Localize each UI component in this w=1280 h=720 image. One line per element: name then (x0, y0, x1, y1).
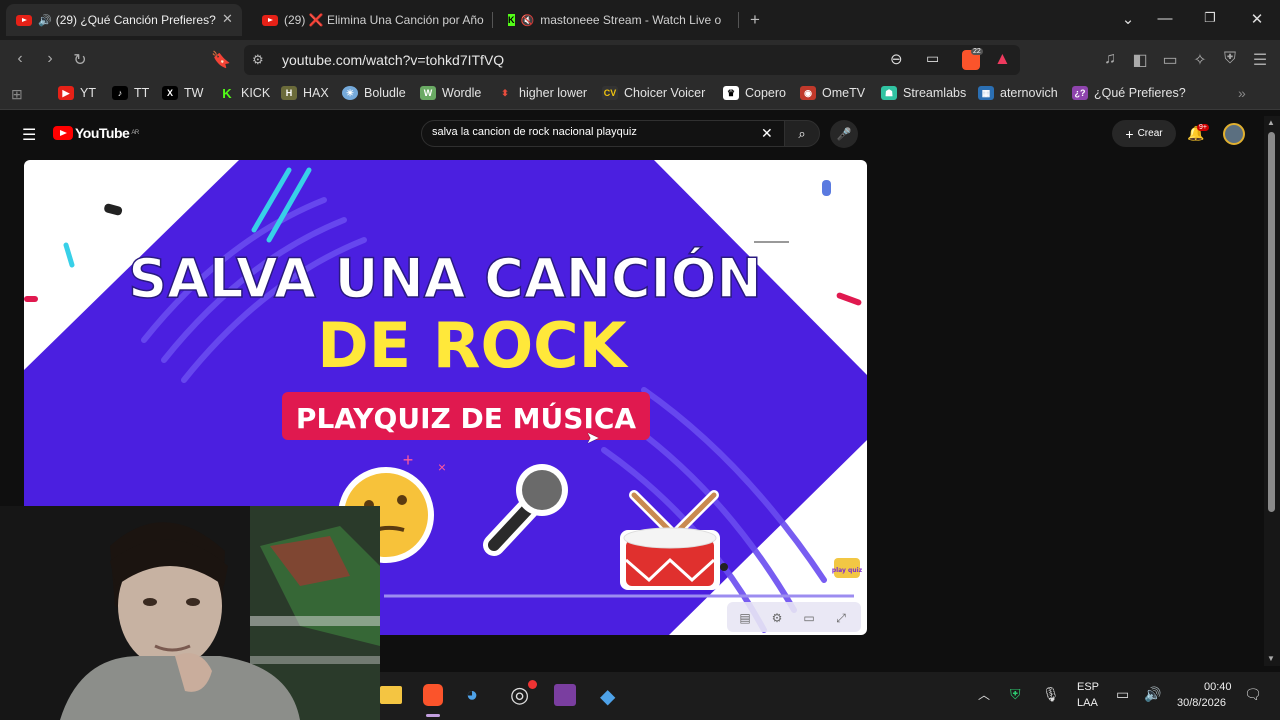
cast-icon[interactable]: ▭ (926, 50, 939, 67)
fullscreen-icon[interactable]: ⤢ (835, 611, 846, 625)
clock-time[interactable]: 00:40 (1204, 681, 1232, 693)
tab-elimina-cancion[interactable]: (29) ❌ Elimina Una Canción por Año (252, 4, 484, 36)
apps-grid-icon[interactable]: ⊞ (11, 86, 23, 103)
video-title-line2: DE ROCK (317, 309, 628, 382)
youtube-logo-icon (53, 126, 73, 140)
youtube-favicon-icon (16, 14, 32, 26)
sidebar-icon[interactable]: ◧ (1130, 50, 1150, 70)
bookmark-streamlabs[interactable]: ☗ Streamlabs (881, 86, 966, 100)
obs-icon[interactable]: ◎ (510, 682, 529, 708)
search-button[interactable]: ⌕ (784, 120, 820, 147)
clock-date[interactable]: 30/8/2026 (1177, 697, 1226, 709)
language-indicator[interactable]: ESP (1077, 681, 1099, 693)
url-text[interactable]: youtube.com/watch?v=tohkd7ITfVQ (282, 52, 504, 68)
recording-indicator (528, 680, 537, 689)
tab-search-chevron-icon[interactable]: ⌄ (1118, 10, 1138, 28)
minimize-icon[interactable]: — (1155, 10, 1175, 27)
forward-icon[interactable]: › (40, 50, 60, 68)
bookmark-copero[interactable]: ♛ Copero (723, 86, 786, 100)
clear-search-icon[interactable]: ✕ (761, 125, 773, 142)
media-icon[interactable]: ♫ (1100, 50, 1120, 68)
windows-taskbar: ◕ ◎ ◆ ︿ ⛨ 🎙 ESP LAA ▭ 🔊 00:40 30/8/2026 … (380, 672, 1280, 720)
plus-icon: + (1125, 125, 1134, 142)
speaker-icon: 🔊 (38, 14, 52, 27)
search-query[interactable]: salva la cancion de rock nacional playqu… (432, 126, 637, 138)
close-window-icon[interactable]: ✕ (1247, 10, 1267, 28)
site-info-icon[interactable]: ⚙ (252, 52, 264, 68)
theater-mode-icon[interactable]: ▭ (803, 611, 814, 625)
bookmark-boludle[interactable]: ☀ Boludle (342, 86, 406, 100)
zoom-icon[interactable]: ⊖ (890, 50, 903, 68)
streamlabs-taskbar-icon[interactable]: ◆ (600, 684, 615, 709)
brave-rewards-icon[interactable]: ▲ (994, 49, 1011, 69)
bookmark-choicer-voicer[interactable]: CV Choicer Voicer (602, 86, 705, 100)
bookmark-tw[interactable]: X TW (162, 86, 203, 100)
settings-gear-icon[interactable]: ⚙ (772, 611, 783, 625)
search-icon: ⌕ (798, 126, 806, 141)
tab-que-cancion[interactable]: 🔊 (29) ¿Qué Canción Prefieres? (6, 4, 242, 36)
tab-label: (29) ❌ Elimina Una Canción por Año (284, 13, 484, 27)
video-title-line1: SALVA UNA CANCIÓN (128, 247, 761, 310)
scroll-up-icon[interactable]: ▲ (1267, 118, 1275, 127)
back-icon[interactable]: ‹ (10, 50, 30, 68)
notification-count-badge: 9+ (1197, 124, 1209, 131)
youtube-favicon-icon (262, 14, 278, 26)
voice-search-button[interactable]: 🎤 (830, 120, 858, 148)
bookmark-tt[interactable]: ♪ TT (112, 86, 149, 100)
leo-ai-icon[interactable]: ✧ (1190, 50, 1210, 70)
brave-taskbar-icon[interactable] (423, 684, 443, 706)
bookmark-hax[interactable]: H HAX (281, 86, 329, 100)
shield-count-badge: 22 (971, 48, 983, 55)
video-watermark: play quiz (832, 567, 863, 574)
active-app-indicator (426, 714, 440, 717)
bookmark-kick[interactable]: K KICK (219, 86, 270, 101)
svg-text:×: × (438, 459, 446, 475)
browser-tab-bar: 🔊 (29) ¿Qué Canción Prefieres? ✕ (29) ❌ … (0, 0, 1280, 40)
kick-favicon-icon: K (508, 14, 515, 26)
keyboard-layout-indicator[interactable]: LAA (1077, 697, 1098, 709)
notification-center-icon[interactable]: 🗨 (1244, 686, 1262, 703)
page-scrollbar[interactable]: ▲ ▼ (1264, 116, 1280, 666)
wallet-icon[interactable]: ▭ (1160, 50, 1180, 70)
svg-text:+: + (403, 450, 414, 470)
bookmark-yt[interactable]: ▶ YT (58, 86, 96, 100)
create-button[interactable]: + Crear (1112, 120, 1176, 147)
tray-chevron-icon[interactable]: ︿ (978, 686, 990, 703)
bookmark-higher-lower[interactable]: ⬍ higher lower (497, 86, 587, 100)
tab-label: mastoneee Stream - Watch Live o (540, 13, 722, 27)
new-tab-icon[interactable]: + (750, 10, 760, 30)
captions-icon[interactable]: ▤ (739, 611, 750, 625)
webcam-overlay (0, 506, 380, 720)
tab-label: (29) ¿Qué Canción Prefieres? (55, 13, 216, 27)
scrollbar-thumb[interactable] (1268, 132, 1275, 512)
tab-kick-stream[interactable]: K 🔇 mastoneee Stream - Watch Live o (498, 4, 730, 36)
bookmark-wordle[interactable]: W Wordle (420, 86, 481, 100)
steam-icon[interactable]: ◕ (466, 684, 478, 707)
muted-speaker-icon: 🔇 (520, 14, 535, 27)
scroll-down-icon[interactable]: ▼ (1267, 654, 1275, 663)
menu-icon[interactable]: ☰ (1250, 50, 1270, 70)
bookmark-aternovich[interactable]: ▦ aternovich (978, 86, 1058, 100)
bookmarks-overflow-icon[interactable]: » (1238, 85, 1246, 101)
microphone-tray-icon[interactable]: 🎙 (1042, 686, 1060, 703)
close-tab-icon[interactable]: ✕ (222, 11, 233, 27)
restore-icon[interactable]: ❐ (1200, 10, 1220, 26)
reload-icon[interactable]: ↻ (70, 50, 90, 70)
file-explorer-icon[interactable] (380, 686, 402, 704)
vpn-icon[interactable]: ⛨ (1220, 50, 1240, 68)
winrar-icon[interactable] (554, 684, 576, 706)
bookmark-icon[interactable]: 🔖 (211, 50, 231, 70)
mouse-cursor-icon: ➤ (586, 430, 600, 447)
defender-tray-icon[interactable]: ⛨ (1010, 686, 1021, 703)
network-icon[interactable]: ▭ (1116, 686, 1129, 703)
bookmark-ometv[interactable]: ◉ OmeTV (800, 86, 865, 100)
microphone-icon: 🎤 (836, 127, 852, 141)
youtube-logo[interactable]: YouTube AR (53, 125, 139, 141)
volume-icon[interactable]: 🔊 (1144, 686, 1161, 703)
bookmark-que-prefieres[interactable]: ¿? ¿Qué Prefieres? (1072, 86, 1186, 100)
hamburger-menu-icon[interactable]: ☰ (22, 125, 36, 145)
avatar[interactable] (1223, 123, 1245, 145)
